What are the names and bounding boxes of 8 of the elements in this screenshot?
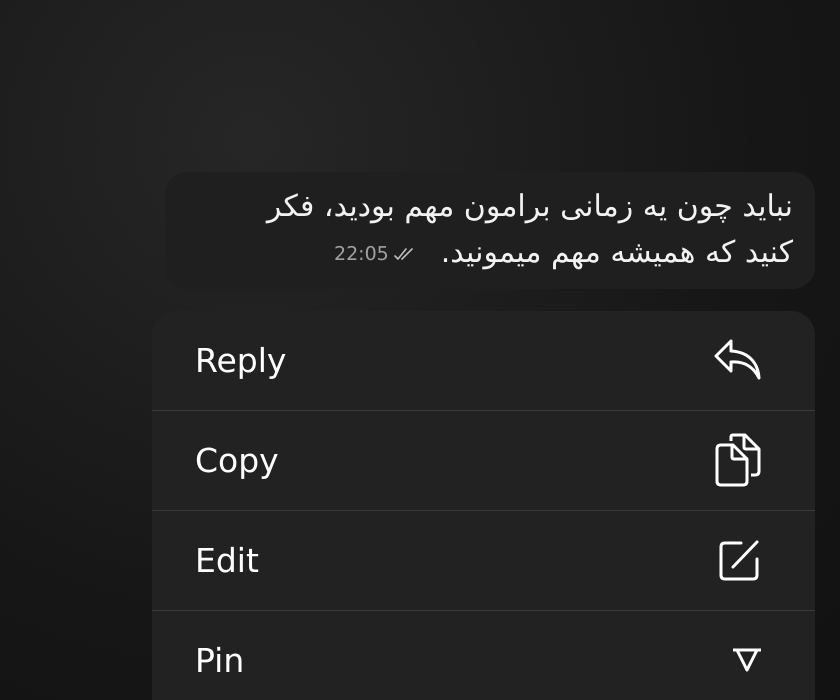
menu-item[interactable]: Pin [152,610,815,700]
reply-icon [713,338,763,382]
pin-icon [731,648,763,672]
menu-item[interactable]: Copy [152,410,815,511]
message-time: 22:05 [334,242,389,267]
menu-item[interactable]: Edit [152,510,815,611]
copy-icon [713,433,763,488]
menu-item[interactable]: Reply [152,310,815,411]
